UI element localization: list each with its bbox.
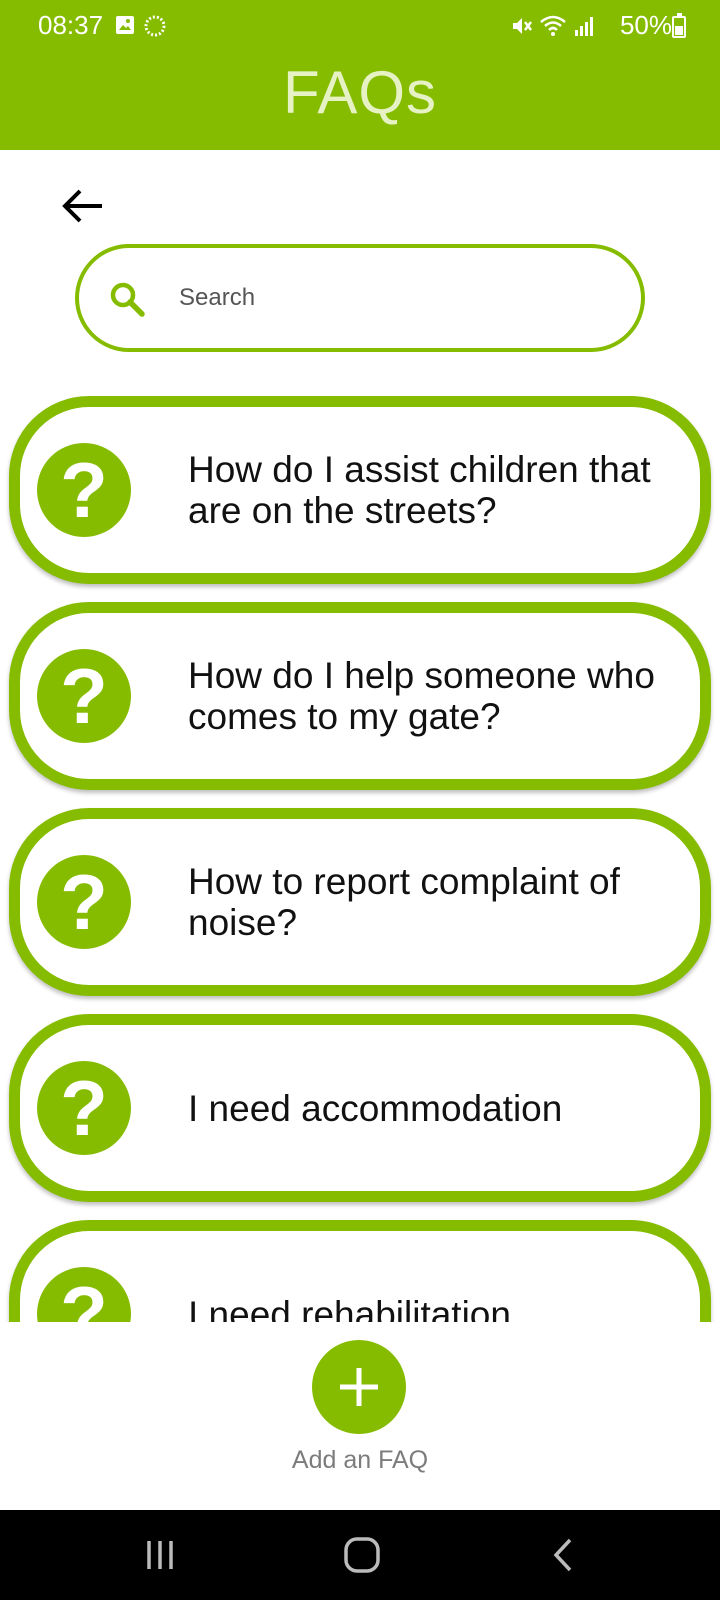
plus-icon	[340, 1368, 378, 1406]
signal-icon	[575, 17, 593, 36]
status-time: 08:37	[38, 10, 104, 40]
faq-question: How do I assist children that are on the…	[188, 449, 651, 531]
image-icon	[116, 16, 134, 34]
wifi-icon	[540, 15, 566, 36]
arrow-left-icon	[62, 189, 102, 223]
question-icon: ?	[37, 443, 131, 537]
faq-question: I need accommodation	[188, 1087, 563, 1129]
back-icon	[553, 1538, 572, 1572]
question-icon: ?	[37, 649, 131, 743]
faq-item[interactable]: ? I need rehabilitation	[9, 1220, 711, 1322]
faq-item[interactable]: ? How do I help someone who comes to my …	[9, 602, 711, 790]
home-icon	[344, 1537, 380, 1573]
top-app-bar: 08:37 50% FAQs	[0, 0, 720, 150]
faq-item[interactable]: ? I need accommodation	[9, 1014, 711, 1202]
question-icon: ?	[37, 1267, 131, 1322]
battery-icon	[672, 13, 686, 38]
home-button[interactable]	[332, 1532, 392, 1578]
faq-question: How do I help someone who comes to my ga…	[188, 655, 655, 737]
sync-icon	[144, 15, 166, 37]
battery-percent: 50%	[619, 10, 672, 40]
search-input[interactable]	[179, 274, 599, 322]
status-bar: 08:37 50%	[0, 0, 720, 52]
system-nav-bar	[0, 1510, 720, 1600]
back-button[interactable]	[58, 184, 106, 228]
faq-question: I need rehabilitation	[188, 1293, 511, 1323]
question-icon: ?	[37, 855, 131, 949]
search-icon	[110, 282, 145, 317]
search-bar[interactable]	[75, 244, 645, 352]
faq-item[interactable]: ? How do I assist children that are on t…	[9, 396, 711, 584]
add-faq-button[interactable]	[312, 1340, 406, 1434]
recent-apps-button[interactable]	[130, 1532, 190, 1578]
question-icon: ?	[37, 1061, 131, 1155]
recent-apps-icon	[147, 1541, 173, 1569]
mute-icon	[513, 18, 532, 34]
faq-list[interactable]: ? How do I assist children that are on t…	[0, 396, 720, 1322]
page-title: FAQs	[282, 59, 438, 126]
faq-item[interactable]: ? How to report complaint of noise?	[9, 808, 711, 996]
system-back-button[interactable]	[534, 1532, 594, 1578]
add-faq-label: Add an FAQ	[291, 1446, 429, 1474]
faq-question: How to report complaint of noise?	[188, 861, 620, 943]
